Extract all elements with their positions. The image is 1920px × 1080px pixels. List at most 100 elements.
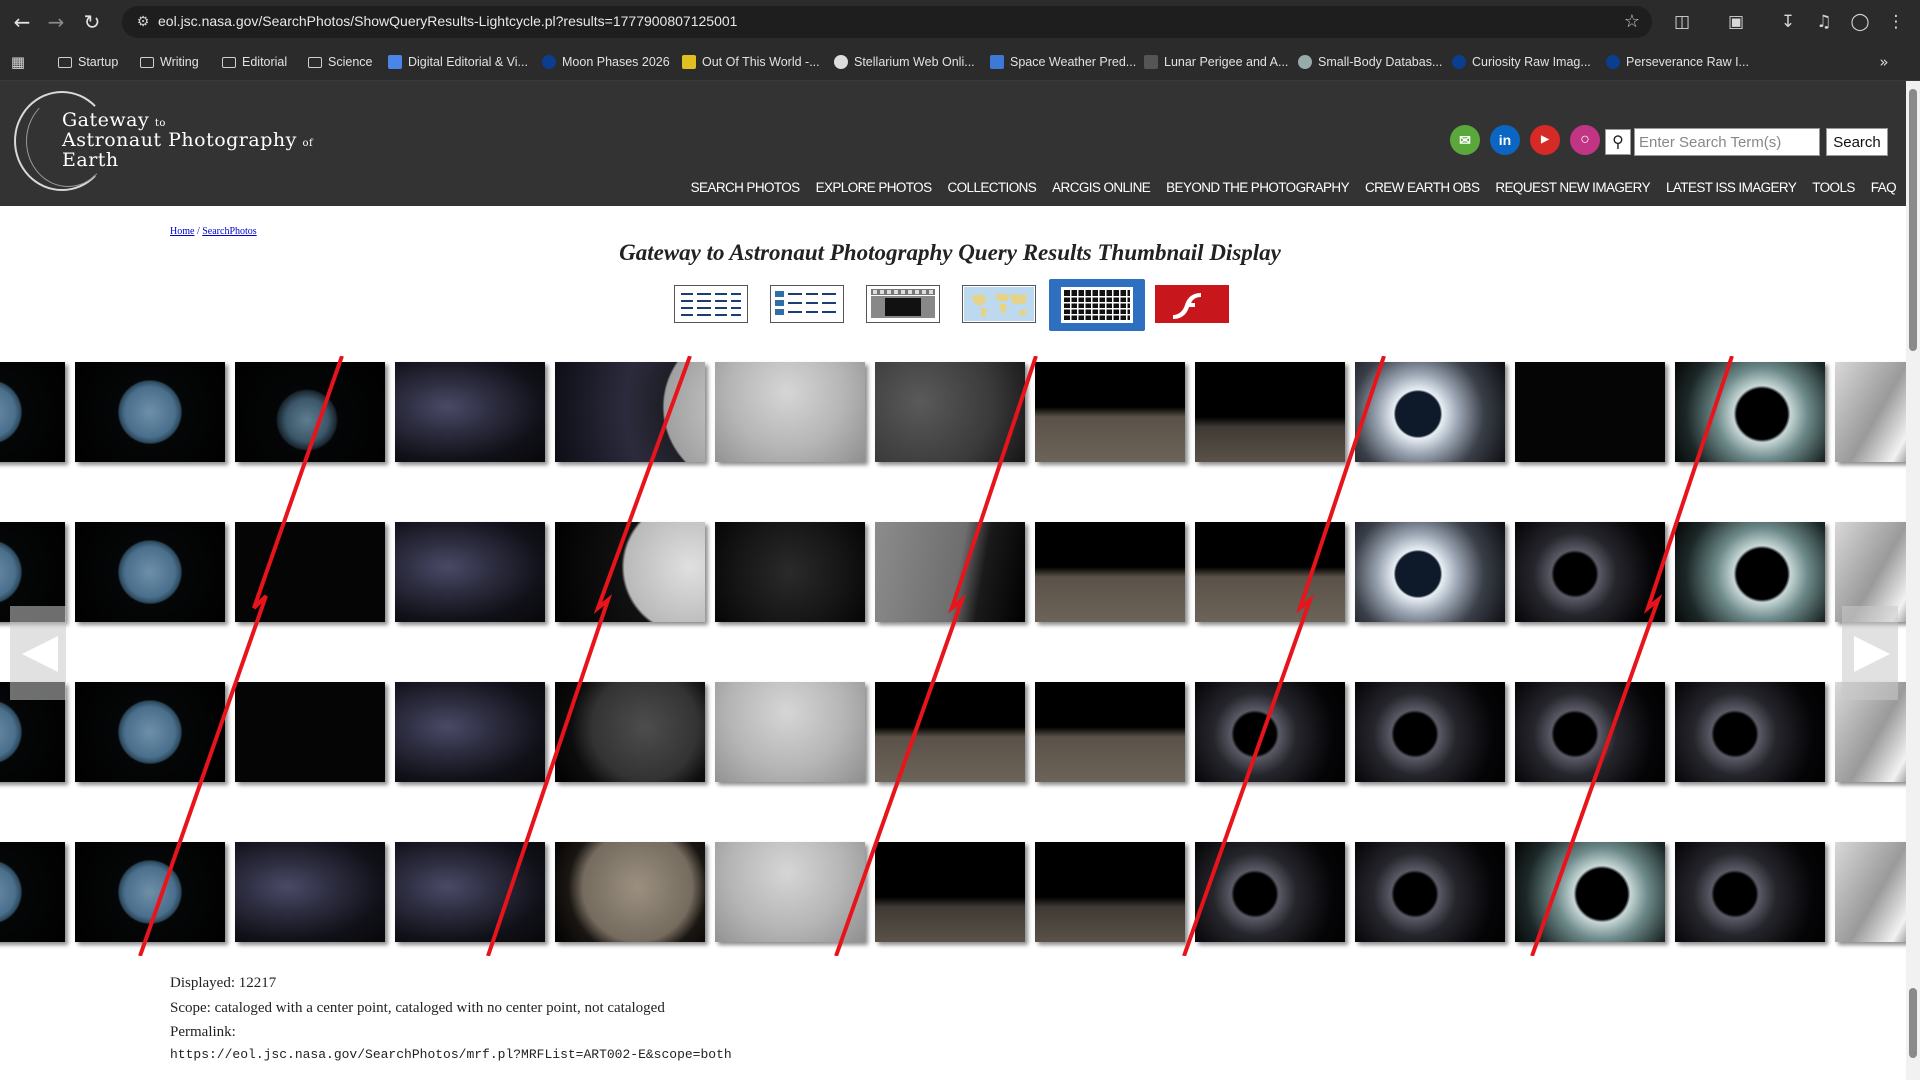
thumbnail-dark[interactable] [235,682,385,782]
bookmark-item[interactable]: Editorial [222,53,287,71]
thumbnail-grid-view-icon[interactable] [1049,279,1145,331]
bookmark-item[interactable]: Science [308,53,372,71]
site-info-icon[interactable]: ⚙ [134,13,152,31]
extensions-icon[interactable]: ◫ [1670,10,1694,34]
thumbnail-earthrise-small[interactable] [1035,842,1185,942]
nav-tools[interactable]: TOOLS [1812,180,1855,200]
thumbnail-earth[interactable] [0,362,65,462]
more-bookmarks-icon[interactable]: » [1872,50,1896,74]
download-icon[interactable]: ↧ [1776,10,1800,34]
breadcrumb-home[interactable]: Home [170,226,194,237]
map-view-icon[interactable] [962,285,1036,323]
thumbnail-stars[interactable] [235,842,385,942]
email-icon[interactable]: ✉ [1450,125,1480,155]
search-button[interactable]: Search [1826,128,1888,156]
thumbnail-moon[interactable] [715,682,865,782]
thumbnail-eclipse-dim[interactable] [1515,682,1665,782]
site-logo[interactable]: Gateway to Astronaut Photography of Eart… [14,91,314,196]
bookmark-item[interactable]: Startup [58,53,118,71]
thumbnail-stars[interactable] [395,842,545,942]
bookmark-item[interactable]: Lunar Perigee and A... [1144,53,1288,71]
flash-view-icon[interactable] [1155,285,1229,323]
thumbnail-earth[interactable] [0,842,65,942]
nav-collections[interactable]: COLLECTIONS [947,180,1036,200]
thumbnail-earthrise[interactable] [875,682,1025,782]
nav-request-new-imagery[interactable]: REQUEST NEW IMAGERY [1495,180,1650,200]
previous-page-button[interactable] [10,606,66,700]
reload-icon[interactable]: ↻ [80,10,104,34]
url-text[interactable]: eol.jsc.nasa.gov/SearchPhotos/ShowQueryR… [158,13,737,29]
nav-faq[interactable]: FAQ [1871,180,1897,200]
thumbnail-stars[interactable] [395,362,545,462]
thumbnail-eclipse-dim[interactable] [1195,682,1345,782]
bookmark-star-icon[interactable]: ☆ [1624,11,1640,32]
thumbnail-stars[interactable] [395,682,545,782]
thumbnail-eclipse[interactable] [1355,362,1505,462]
page-scrollbar[interactable] [1906,81,1920,1080]
bookmark-item[interactable]: Stellarium Web Onli... [834,53,975,71]
forward-icon[interactable]: → [44,10,68,34]
nav-arcgis-online[interactable]: ARCGIS ONLINE [1052,180,1151,200]
thumbnail-moon[interactable] [715,842,865,942]
thumbnail-earth-dark[interactable] [235,362,385,462]
thumbnail-moon-half[interactable] [555,522,705,622]
thumbnail-eclipse[interactable] [1355,522,1505,622]
thumbnail-dark[interactable] [1515,362,1665,462]
thumbnail-moon-partial[interactable] [875,522,1025,622]
bookmark-item[interactable]: Perseverance Raw I... [1606,53,1749,71]
permalink-url[interactable]: https://eol.jsc.nasa.gov/SearchPhotos/mr… [170,1047,732,1062]
bookmark-item[interactable]: Digital Editorial & Vi... [388,53,528,71]
bookmark-item[interactable]: Space Weather Pred... [990,53,1136,71]
detail-list-view-icon[interactable] [770,285,844,323]
thumbnail-earthrise[interactable] [1195,522,1345,622]
bookmark-item[interactable]: Out Of This World -... [682,53,820,71]
thumbnail-earthrise[interactable] [1035,522,1185,622]
thumbnail-eclipse-teal[interactable] [1515,842,1665,942]
media-icon[interactable]: ♫ [1812,10,1836,34]
thumbnail-moon-brown[interactable] [555,842,705,942]
nav-latest-iss-imagery[interactable]: LATEST ISS IMAGERY [1666,180,1797,200]
scrollbar-thumb[interactable] [1909,89,1917,351]
thumbnail-earth[interactable] [75,842,225,942]
thumbnail-earth[interactable] [75,362,225,462]
address-bar[interactable]: ⚙ eol.jsc.nasa.gov/SearchPhotos/ShowQuer… [122,6,1652,38]
bookmark-item[interactable]: Curiosity Raw Imag... [1452,53,1591,71]
lightbox-view-icon[interactable] [866,285,940,323]
thumbnail-dark[interactable] [235,522,385,622]
nav-crew-earth-obs[interactable]: CREW EARTH OBS [1365,180,1480,200]
thumbnail-dark-moon[interactable] [715,522,865,622]
bookmark-item[interactable]: Small-Body Databas... [1298,53,1442,71]
list-view-icon[interactable] [674,285,748,323]
thumbnail-earthrise-small[interactable] [875,842,1025,942]
next-page-button[interactable] [1842,606,1898,700]
search-icon[interactable]: ⚲ [1605,129,1631,155]
search-input[interactable] [1634,128,1820,156]
thumbnail-moon-dim[interactable] [555,682,705,782]
apps-icon[interactable]: ▦ [6,50,30,74]
linkedin-icon[interactable]: in [1490,125,1520,155]
thumbnail-eclipse-dim[interactable] [1195,842,1345,942]
bookmark-item[interactable]: Moon Phases 2026 [542,53,670,71]
thumbnail-earth[interactable] [75,522,225,622]
thumbnail-moon-edge[interactable] [555,362,705,462]
menu-icon[interactable]: ⋮ [1884,10,1908,34]
thumbnail-eclipse-dim[interactable] [1675,842,1825,942]
thumbnail-earthrise[interactable] [1035,362,1185,462]
bookmark-item[interactable]: Writing [140,53,199,71]
scrollbar-thumb-lower[interactable] [1909,988,1917,1058]
thumbnail-earthrise-small[interactable] [1195,362,1345,462]
thumbnail-moon[interactable] [715,362,865,462]
nav-search-photos[interactable]: SEARCH PHOTOS [691,180,801,200]
back-icon[interactable]: ← [10,10,34,34]
cast-icon[interactable]: ▣ [1724,10,1748,34]
thumbnail-eclipse-dim[interactable] [1515,522,1665,622]
thumbnail-eclipse-teal[interactable] [1675,362,1825,462]
thumbnail-eclipse-teal[interactable] [1675,522,1825,622]
youtube-icon[interactable]: ▶ [1530,125,1560,155]
instagram-icon[interactable]: ○ [1570,125,1600,155]
thumbnail-earthrise[interactable] [1035,682,1185,782]
thumbnail-eclipse-dim[interactable] [1675,682,1825,782]
thumbnail-earth[interactable] [75,682,225,782]
nav-beyond-the-photography[interactable]: BEYOND THE PHOTOGRAPHY [1166,180,1349,200]
thumbnail-moon-dark[interactable] [875,362,1025,462]
